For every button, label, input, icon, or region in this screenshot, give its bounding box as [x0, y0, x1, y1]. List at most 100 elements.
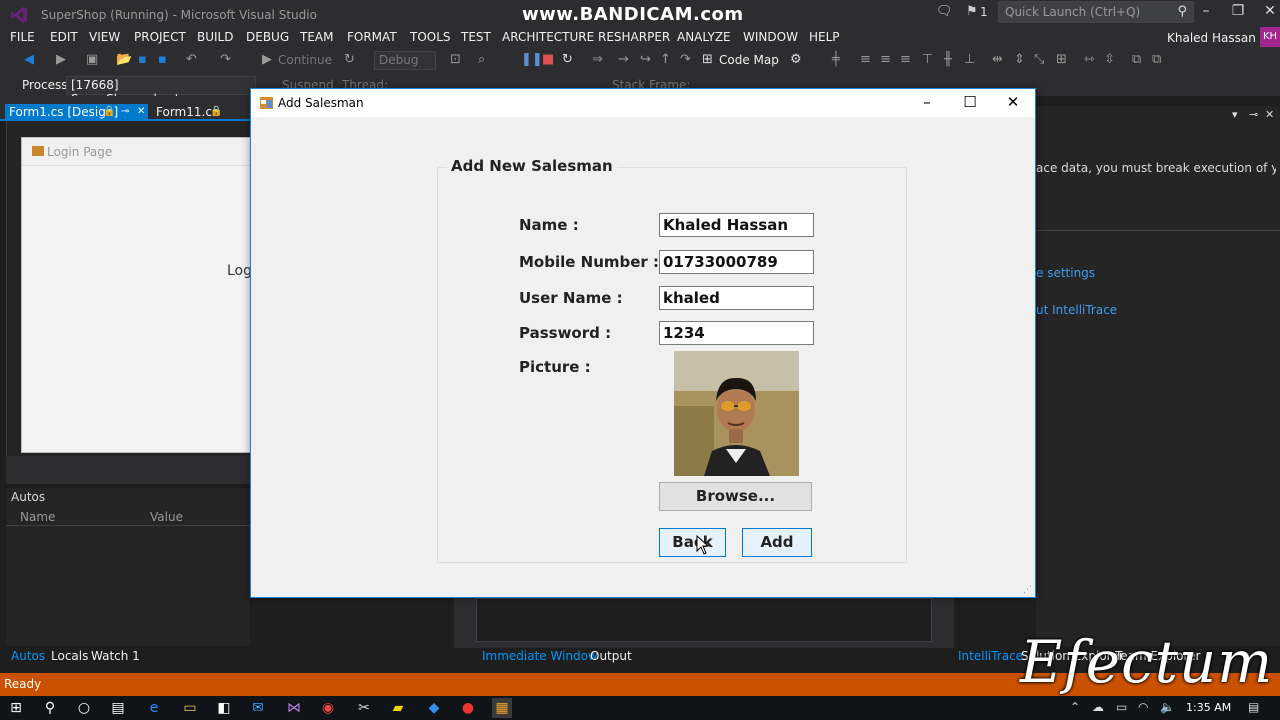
quick-launch-input[interactable]: Quick Launch (Ctrl+Q) ⚲ — [998, 1, 1194, 23]
column-header-name[interactable]: Name — [20, 510, 55, 524]
step-out-icon[interactable]: ↑ — [660, 52, 671, 67]
close-button[interactable]: ✕ — [1256, 3, 1280, 19]
form-designer-surface[interactable]: Login Page Log — [6, 121, 252, 456]
panel-close-icon[interactable]: ✕ — [1265, 108, 1274, 121]
bandicam-icon[interactable]: ● — [458, 698, 478, 718]
bring-to-front-icon[interactable]: ⧉ — [1132, 52, 1141, 67]
resize-grip-icon[interactable]: ⋰ — [1023, 585, 1033, 595]
app-icon[interactable]: ◆ — [424, 698, 444, 718]
step-over-icon[interactable]: ↪ — [640, 52, 651, 67]
redo-icon[interactable]: ↷ — [220, 52, 231, 67]
save-icon[interactable]: ▪ — [138, 52, 147, 67]
show-hidden-icons-icon[interactable]: ⌃ — [1070, 700, 1080, 714]
name-field[interactable] — [659, 213, 814, 237]
sticky-notes-icon[interactable]: ▰ — [388, 698, 408, 718]
menu-team[interactable]: TEAM — [300, 30, 333, 44]
user-name-field[interactable] — [659, 286, 814, 310]
wifi-icon[interactable]: ◠ — [1138, 700, 1148, 714]
horizontal-spacing-icon[interactable]: ⇿ — [1084, 52, 1095, 67]
panel-splitter[interactable] — [6, 456, 250, 484]
menu-view[interactable]: VIEW — [89, 30, 120, 44]
tab-form11[interactable]: Form11.cs 🔒 — [152, 104, 226, 121]
dialog-title-bar[interactable]: Add Salesman – ☐ ✕ — [251, 89, 1035, 117]
menu-build[interactable]: BUILD — [197, 30, 233, 44]
intellitrace-settings-link[interactable]: e settings — [1036, 266, 1095, 280]
vertical-spacing-icon[interactable]: ⇳ — [1104, 52, 1115, 67]
pin-icon[interactable]: ⊸ — [121, 106, 129, 117]
restore-button[interactable]: ❐ — [1224, 3, 1252, 19]
process-select[interactable]: [17668] SuperShop.vshost.exe — [66, 76, 256, 106]
restart-icon[interactable]: ↻ — [562, 52, 573, 67]
snipping-tool-icon[interactable]: ✂ — [354, 698, 374, 718]
battery-icon[interactable]: ▭ — [1116, 700, 1127, 714]
undo-icon[interactable]: ↶ — [186, 52, 197, 67]
align-icon[interactable]: ╪ — [832, 52, 840, 67]
visual-studio-icon[interactable]: ⋈ — [284, 698, 304, 718]
menu-resharper[interactable]: RESHARPER — [598, 30, 670, 44]
designer-form-label[interactable]: Log — [227, 263, 252, 279]
volume-icon[interactable]: 🔈 — [1160, 700, 1175, 714]
cortana-icon[interactable]: ○ — [74, 698, 94, 718]
menu-project[interactable]: PROJECT — [134, 30, 186, 44]
hex-display-icon[interactable]: ⚙ — [790, 52, 802, 67]
navigate-forward-icon[interactable]: ▶ — [56, 52, 66, 67]
dialog-maximize-button[interactable]: ☐ — [948, 89, 992, 117]
menu-test[interactable]: TEST — [461, 30, 491, 44]
pause-icon[interactable]: ❚❚ — [521, 52, 543, 67]
start-icon[interactable]: ⊞ — [6, 698, 26, 718]
supershop-app-icon[interactable]: ▦ — [492, 698, 512, 718]
action-center-icon[interactable]: ▤ — [1248, 700, 1259, 714]
file-explorer-icon[interactable]: ▭ — [180, 698, 200, 718]
minimize-button[interactable]: – — [1192, 3, 1220, 19]
menu-file[interactable]: FILE — [10, 30, 35, 44]
menu-help[interactable]: HELP — [809, 30, 840, 44]
menu-debug[interactable]: DEBUG — [246, 30, 289, 44]
tab-locals[interactable]: Locals — [51, 649, 88, 663]
show-next-statement-icon[interactable]: ⇒ — [592, 52, 603, 67]
column-header-value[interactable]: Value — [150, 510, 183, 524]
store-icon[interactable]: ◧ — [214, 698, 234, 718]
align-middle-icon[interactable]: ╫ — [944, 52, 952, 67]
menu-edit[interactable]: EDIT — [50, 30, 78, 44]
tab-form1-design[interactable]: Form1.cs [Design] 🔒 ⊸ ✕ — [5, 104, 148, 121]
save-all-icon[interactable]: ▪ — [158, 52, 167, 67]
open-file-icon[interactable]: 📂 — [116, 52, 132, 67]
dialog-close-button[interactable]: ✕ — [991, 89, 1035, 117]
panel-dropdown-icon[interactable]: ▾ — [1232, 108, 1238, 121]
step-into-icon[interactable]: → — [618, 52, 629, 67]
align-center-icon[interactable]: ≡ — [880, 52, 891, 67]
menu-window[interactable]: WINDOW — [743, 30, 798, 44]
menu-tools[interactable]: TOOLS — [410, 30, 451, 44]
browse-button[interactable]: Browse... — [659, 482, 812, 511]
feedback-icon[interactable]: 🗨 — [936, 4, 953, 19]
mail-icon[interactable]: ✉ — [248, 698, 268, 718]
mobile-number-field[interactable] — [659, 250, 814, 274]
same-height-icon[interactable]: ⇕ — [1014, 52, 1025, 67]
close-tab-icon[interactable]: ✕ — [137, 106, 145, 117]
notification-flag-icon[interactable]: ⚑ — [966, 4, 978, 19]
same-size-icon[interactable]: ⤡ — [1034, 52, 1044, 67]
task-view-icon[interactable]: ▤ — [108, 698, 128, 718]
continue-label[interactable]: Continue — [278, 53, 332, 67]
align-top-icon[interactable]: ⊤ — [922, 52, 933, 67]
stop-icon[interactable]: ■ — [542, 52, 554, 67]
search-icon[interactable]: ⚲ — [40, 698, 60, 718]
taskbar-clock[interactable]: 1:35 AM — [1186, 701, 1231, 714]
tab-watch-1[interactable]: Watch 1 — [91, 649, 140, 663]
configuration-select[interactable]: Debug — [374, 51, 436, 70]
find-icon[interactable]: ⌕ — [478, 52, 485, 67]
about-intellitrace-link[interactable]: ut IntelliTrace — [1036, 303, 1117, 317]
output-panel-content[interactable] — [476, 598, 932, 642]
attach-icon[interactable]: ⊡ — [450, 52, 461, 67]
tab-immediate-window[interactable]: Immediate Window — [482, 649, 598, 663]
add-button[interactable]: Add — [742, 528, 812, 557]
navigate-back-icon[interactable]: ◀ — [24, 52, 34, 67]
new-project-icon[interactable]: ▣ — [86, 52, 98, 67]
avatar[interactable]: KH — [1260, 27, 1280, 47]
code-map-label[interactable]: Code Map — [719, 53, 779, 67]
tab-autos[interactable]: Autos — [11, 649, 45, 663]
align-left-icon[interactable]: ≡ — [860, 52, 871, 67]
signed-in-user[interactable]: Khaled Hassan — [1167, 31, 1256, 45]
grid-size-icon[interactable]: ⊞ — [1056, 52, 1067, 67]
password-field[interactable] — [659, 321, 814, 345]
